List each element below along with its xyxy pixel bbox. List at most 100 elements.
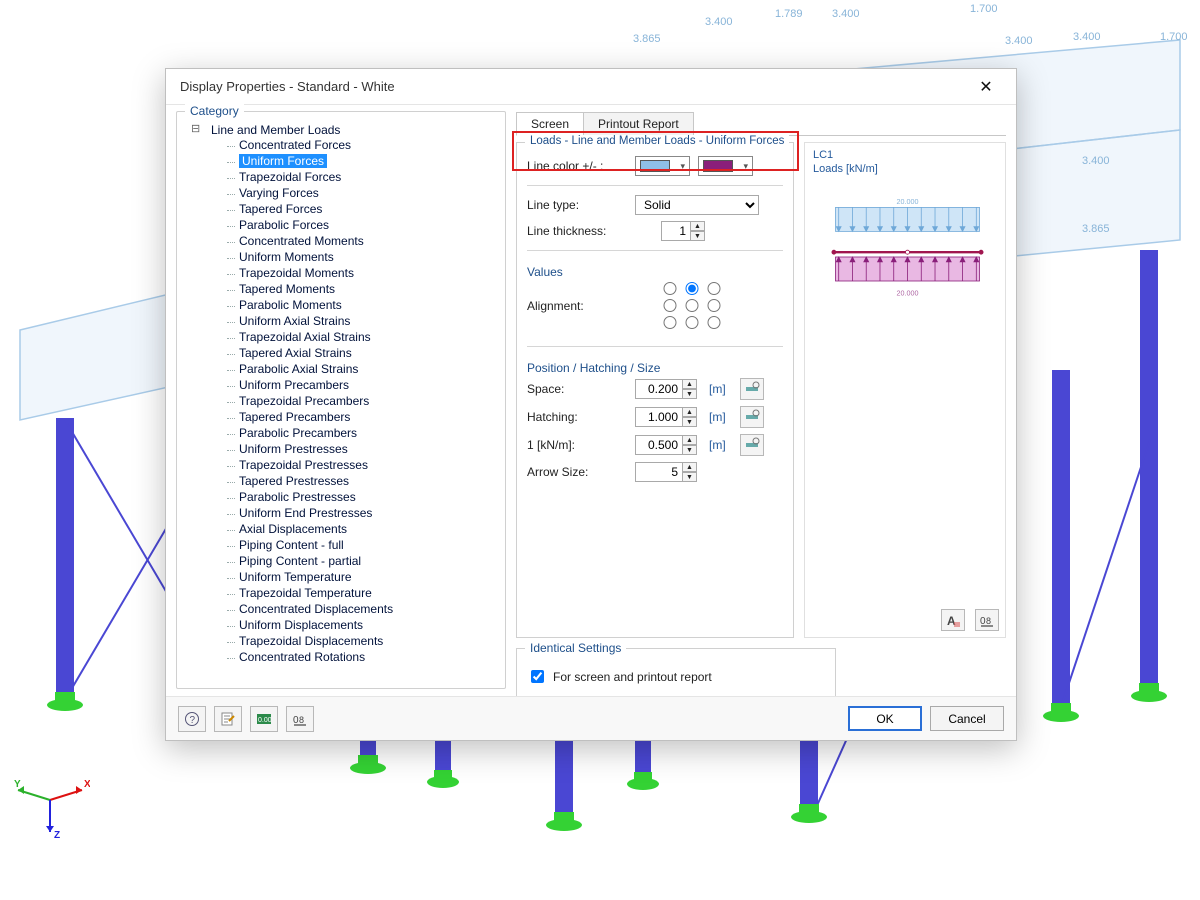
tree-item[interactable]: Trapezoidal Moments <box>221 265 503 281</box>
tree-item[interactable]: Trapezoidal Temperature <box>221 585 503 601</box>
knm-spinner[interactable]: ▲▼ <box>635 435 697 455</box>
category-panel: Category Line and Member LoadsConcentrat… <box>176 111 506 689</box>
tree-item[interactable]: Concentrated Rotations <box>221 649 503 665</box>
spinner-down-icon[interactable]: ▼ <box>683 389 697 399</box>
tree-item[interactable]: Uniform Temperature <box>221 569 503 585</box>
line-type-select[interactable]: Solid <box>635 195 759 215</box>
tree-item[interactable]: Piping Content - partial <box>221 553 503 569</box>
svg-text:20.000: 20.000 <box>897 197 919 206</box>
cancel-button[interactable]: Cancel <box>930 706 1004 731</box>
alignment-radio[interactable] <box>683 316 701 329</box>
preview-button-b[interactable]: 08 <box>975 609 999 631</box>
svg-text:?: ? <box>190 715 196 726</box>
spinner-down-icon[interactable]: ▼ <box>683 472 697 482</box>
edit-button[interactable] <box>214 706 242 732</box>
tree-item[interactable]: Trapezoidal Forces <box>221 169 503 185</box>
line-thickness-label: Line thickness: <box>527 224 627 238</box>
spinner-down-icon[interactable]: ▼ <box>691 231 705 241</box>
tree-item[interactable]: Varying Forces <box>221 185 503 201</box>
svg-text:Y: Y <box>14 779 21 790</box>
tree-item[interactable]: Tapered Forces <box>221 201 503 217</box>
tree-item[interactable]: Parabolic Moments <box>221 297 503 313</box>
spinner-up-icon[interactable]: ▲ <box>683 462 697 472</box>
space-spinner[interactable]: ▲▼ <box>635 379 697 399</box>
line-color-pos-select[interactable]: ▾ <box>635 156 690 176</box>
tree-item[interactable]: Concentrated Displacements <box>221 601 503 617</box>
alignment-radio[interactable] <box>683 282 701 295</box>
tree-item[interactable]: Uniform Axial Strains <box>221 313 503 329</box>
tree-item[interactable]: Tapered Moments <box>221 281 503 297</box>
spinner-up-icon[interactable]: ▲ <box>683 379 697 389</box>
unit-m: [m] <box>709 438 726 452</box>
tree-item[interactable]: Piping Content - full <box>221 537 503 553</box>
alignment-radio[interactable] <box>705 282 723 295</box>
tree-item[interactable]: Parabolic Forces <box>221 217 503 233</box>
tree-item[interactable]: Parabolic Precambers <box>221 425 503 441</box>
tree-item[interactable]: Uniform Moments <box>221 249 503 265</box>
identical-settings-checkbox[interactable] <box>531 670 544 683</box>
chevron-down-icon: ▾ <box>680 161 685 172</box>
alignment-radio[interactable] <box>661 282 679 295</box>
spinner-up-icon[interactable]: ▲ <box>691 221 705 231</box>
tree-item[interactable]: Trapezoidal Prestresses <box>221 457 503 473</box>
hatching-label: Hatching: <box>527 410 627 424</box>
tab-printout-report[interactable]: Printout Report <box>583 112 694 136</box>
alignment-radio[interactable] <box>661 299 679 312</box>
tree-parent-line-member-loads[interactable]: Line and Member LoadsConcentrated Forces… <box>193 122 503 666</box>
preview-button-a[interactable]: A <box>941 609 965 631</box>
arrow-size-spinner[interactable]: ▲▼ <box>635 462 697 482</box>
tab-screen[interactable]: Screen <box>516 112 584 136</box>
tree-item[interactable]: Concentrated Forces <box>221 137 503 153</box>
help-button[interactable]: ? <box>178 706 206 732</box>
tree-item[interactable]: Tapered Prestresses <box>221 473 503 489</box>
tree-item[interactable]: Tapered Axial Strains <box>221 345 503 361</box>
zero-eight-button[interactable]: 08 <box>286 706 314 732</box>
tree-item[interactable]: Uniform End Prestresses <box>221 505 503 521</box>
tree-item[interactable]: Axial Displacements <box>221 521 503 537</box>
line-thickness-input[interactable] <box>661 221 691 241</box>
knm-input[interactable] <box>635 435 683 455</box>
svg-text:3.400: 3.400 <box>1082 155 1110 167</box>
identical-settings-checkbox-label: For screen and printout report <box>553 670 712 684</box>
tree-item[interactable]: Tapered Precambers <box>221 409 503 425</box>
line-thickness-spinner[interactable]: ▲▼ <box>661 221 705 241</box>
tabs: Screen Printout Report <box>516 111 1006 136</box>
ok-button[interactable]: OK <box>848 706 922 731</box>
tree-item[interactable]: Parabolic Axial Strains <box>221 361 503 377</box>
spinner-down-icon[interactable]: ▼ <box>683 417 697 427</box>
space-input[interactable] <box>635 379 683 399</box>
tree-item[interactable]: Trapezoidal Axial Strains <box>221 329 503 345</box>
spinner-up-icon[interactable]: ▲ <box>683 407 697 417</box>
tree-item[interactable]: Concentrated Moments <box>221 233 503 249</box>
alignment-radio[interactable] <box>661 316 679 329</box>
space-label: Space: <box>527 382 627 396</box>
tree-item[interactable]: Uniform Forces <box>221 153 503 169</box>
category-tree-scroll[interactable]: Line and Member LoadsConcentrated Forces… <box>183 122 503 682</box>
identical-settings-title: Identical Settings <box>525 641 626 655</box>
hatching-properties-button[interactable] <box>740 406 764 428</box>
close-button[interactable]: ✕ <box>966 72 1006 102</box>
spinner-up-icon[interactable]: ▲ <box>683 435 697 445</box>
line-color-neg-select[interactable]: ▾ <box>698 156 753 176</box>
space-properties-button[interactable] <box>740 378 764 400</box>
arrow-size-input[interactable] <box>635 462 683 482</box>
spinner-down-icon[interactable]: ▼ <box>683 445 697 455</box>
tree-item[interactable]: Trapezoidal Displacements <box>221 633 503 649</box>
tree-item[interactable]: Trapezoidal Precambers <box>221 393 503 409</box>
alignment-radio[interactable] <box>683 299 701 312</box>
hatching-input[interactable] <box>635 407 683 427</box>
svg-text:3.865: 3.865 <box>633 33 661 45</box>
svg-text:1.789: 1.789 <box>775 8 803 20</box>
svg-text:3.400: 3.400 <box>832 8 860 20</box>
hatching-spinner[interactable]: ▲▼ <box>635 407 697 427</box>
tree-item[interactable]: Parabolic Prestresses <box>221 489 503 505</box>
svg-text:3.865: 3.865 <box>1082 223 1110 235</box>
alignment-radio[interactable] <box>705 299 723 312</box>
units-button[interactable]: 0.00 <box>250 706 278 732</box>
tree-item[interactable]: Uniform Prestresses <box>221 441 503 457</box>
knm-properties-button[interactable] <box>740 434 764 456</box>
tree-item[interactable]: Uniform Precambers <box>221 377 503 393</box>
alignment-radio[interactable] <box>705 316 723 329</box>
tree-item[interactable]: Uniform Displacements <box>221 617 503 633</box>
preview-units-label: Loads [kN/m] <box>813 163 878 175</box>
